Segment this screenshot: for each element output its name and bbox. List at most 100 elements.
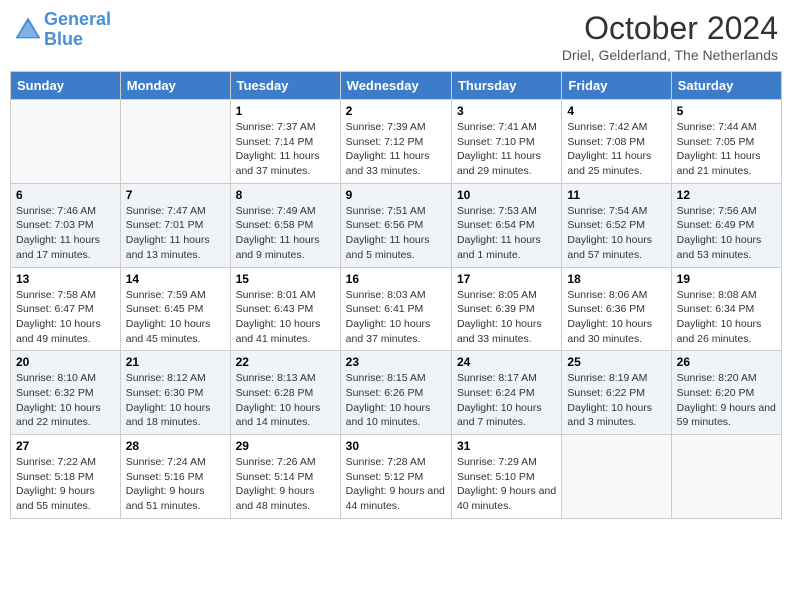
calendar-cell: 15 Sunrise: 8:01 AM Sunset: 6:43 PM Dayli… <box>230 267 340 351</box>
day-detail: Sunrise: 7:28 AM Sunset: 5:12 PM Dayligh… <box>346 455 446 514</box>
calendar-cell: 30 Sunrise: 7:28 AM Sunset: 5:12 PM Dayli… <box>340 435 451 519</box>
day-detail: Sunrise: 8:06 AM Sunset: 6:36 PM Dayligh… <box>567 288 665 347</box>
calendar-cell: 14Sunrise: 7:59 AM Sunset: 6:45 PM Dayli… <box>120 267 230 351</box>
calendar-week-row: 27Sunrise: 7:22 AM Sunset: 5:18 PM Dayli… <box>11 435 782 519</box>
day-header-saturday: Saturday <box>671 72 781 100</box>
day-number: 2 <box>346 104 446 118</box>
day-number: 20 <box>16 355 115 369</box>
calendar-week-row: 20 Sunrise: 8:10 AM Sunset: 6:32 PM Dayli… <box>11 351 782 435</box>
calendar-cell <box>120 100 230 184</box>
day-number: 12 <box>677 188 776 202</box>
calendar-cell: 20 Sunrise: 8:10 AM Sunset: 6:32 PM Dayli… <box>11 351 121 435</box>
day-header-monday: Monday <box>120 72 230 100</box>
calendar-cell: 16 Sunrise: 8:03 AM Sunset: 6:41 PM Dayli… <box>340 267 451 351</box>
calendar-cell: 13 Sunrise: 7:58 AM Sunset: 6:47 PM Dayli… <box>11 267 121 351</box>
day-detail: Sunrise: 8:19 AM Sunset: 6:22 PM Dayligh… <box>567 371 665 430</box>
title-block: October 2024 Driel, Gelderland, The Neth… <box>562 10 778 63</box>
day-number: 23 <box>346 355 446 369</box>
day-number: 4 <box>567 104 665 118</box>
day-number: 10 <box>457 188 556 202</box>
calendar-cell: 7 Sunrise: 7:47 AM Sunset: 7:01 PM Daylig… <box>120 183 230 267</box>
day-detail: Sunrise: 8:13 AM Sunset: 6:28 PM Dayligh… <box>236 371 335 430</box>
calendar-cell: 22Sunrise: 8:13 AM Sunset: 6:28 PM Dayli… <box>230 351 340 435</box>
calendar-cell: 23Sunrise: 8:15 AM Sunset: 6:26 PM Dayli… <box>340 351 451 435</box>
calendar-cell: 24Sunrise: 8:17 AM Sunset: 6:24 PM Dayli… <box>451 351 561 435</box>
day-detail: Sunrise: 7:44 AM Sunset: 7:05 PM Dayligh… <box>677 120 776 179</box>
day-number: 21 <box>126 355 225 369</box>
calendar-header-row: SundayMondayTuesdayWednesdayThursdayFrid… <box>11 72 782 100</box>
day-number: 25 <box>567 355 665 369</box>
day-number: 13 <box>16 272 115 286</box>
calendar-cell: 10 Sunrise: 7:53 AM Sunset: 6:54 PM Dayli… <box>451 183 561 267</box>
logo-icon <box>14 16 42 44</box>
day-number: 30 <box>346 439 446 453</box>
day-detail: Sunrise: 8:01 AM Sunset: 6:43 PM Dayligh… <box>236 288 335 347</box>
day-number: 29 <box>236 439 335 453</box>
day-detail: Sunrise: 7:42 AM Sunset: 7:08 PM Dayligh… <box>567 120 665 179</box>
calendar-cell: 6 Sunrise: 7:46 AM Sunset: 7:03 PM Daylig… <box>11 183 121 267</box>
logo-line1: General <box>44 9 111 29</box>
calendar-cell: 18Sunrise: 8:06 AM Sunset: 6:36 PM Dayli… <box>562 267 671 351</box>
calendar-cell: 28 Sunrise: 7:24 AM Sunset: 5:16 PM Dayli… <box>120 435 230 519</box>
calendar-cell: 26 Sunrise: 8:20 AM Sunset: 6:20 PM Dayli… <box>671 351 781 435</box>
calendar-cell: 9 Sunrise: 7:51 AM Sunset: 6:56 PM Daylig… <box>340 183 451 267</box>
calendar-table: SundayMondayTuesdayWednesdayThursdayFrid… <box>10 71 782 519</box>
day-number: 26 <box>677 355 776 369</box>
day-number: 28 <box>126 439 225 453</box>
calendar-week-row: 1 Sunrise: 7:37 AM Sunset: 7:14 PM Daylig… <box>11 100 782 184</box>
day-header-thursday: Thursday <box>451 72 561 100</box>
calendar-cell: 5 Sunrise: 7:44 AM Sunset: 7:05 PM Daylig… <box>671 100 781 184</box>
day-detail: Sunrise: 7:46 AM Sunset: 7:03 PM Dayligh… <box>16 204 115 263</box>
day-number: 9 <box>346 188 446 202</box>
day-number: 7 <box>126 188 225 202</box>
day-number: 16 <box>346 272 446 286</box>
logo: General Blue <box>14 10 111 50</box>
day-detail: Sunrise: 7:59 AM Sunset: 6:45 PM Dayligh… <box>126 288 225 347</box>
calendar-cell <box>11 100 121 184</box>
day-detail: Sunrise: 8:20 AM Sunset: 6:20 PM Dayligh… <box>677 371 776 430</box>
day-detail: Sunrise: 7:53 AM Sunset: 6:54 PM Dayligh… <box>457 204 556 263</box>
logo-text: General Blue <box>44 10 111 50</box>
day-detail: Sunrise: 8:12 AM Sunset: 6:30 PM Dayligh… <box>126 371 225 430</box>
day-detail: Sunrise: 7:24 AM Sunset: 5:16 PM Dayligh… <box>126 455 225 514</box>
calendar-cell: 31 Sunrise: 7:29 AM Sunset: 5:10 PM Dayli… <box>451 435 561 519</box>
day-number: 11 <box>567 188 665 202</box>
page-header: General Blue October 2024 Driel, Gelderl… <box>10 10 782 63</box>
day-detail: Sunrise: 7:51 AM Sunset: 6:56 PM Dayligh… <box>346 204 446 263</box>
day-detail: Sunrise: 7:26 AM Sunset: 5:14 PM Dayligh… <box>236 455 335 514</box>
calendar-week-row: 6 Sunrise: 7:46 AM Sunset: 7:03 PM Daylig… <box>11 183 782 267</box>
day-detail: Sunrise: 8:10 AM Sunset: 6:32 PM Dayligh… <box>16 371 115 430</box>
day-detail: Sunrise: 7:47 AM Sunset: 7:01 PM Dayligh… <box>126 204 225 263</box>
day-number: 15 <box>236 272 335 286</box>
calendar-cell: 27Sunrise: 7:22 AM Sunset: 5:18 PM Dayli… <box>11 435 121 519</box>
calendar-week-row: 13 Sunrise: 7:58 AM Sunset: 6:47 PM Dayli… <box>11 267 782 351</box>
month-title: October 2024 <box>562 10 778 47</box>
day-header-wednesday: Wednesday <box>340 72 451 100</box>
day-detail: Sunrise: 7:29 AM Sunset: 5:10 PM Dayligh… <box>457 455 556 514</box>
calendar-cell: 11 Sunrise: 7:54 AM Sunset: 6:52 PM Dayli… <box>562 183 671 267</box>
day-detail: Sunrise: 8:17 AM Sunset: 6:24 PM Dayligh… <box>457 371 556 430</box>
calendar-cell: 8Sunrise: 7:49 AM Sunset: 6:58 PM Daylig… <box>230 183 340 267</box>
day-number: 17 <box>457 272 556 286</box>
day-detail: Sunrise: 7:39 AM Sunset: 7:12 PM Dayligh… <box>346 120 446 179</box>
day-header-sunday: Sunday <box>11 72 121 100</box>
calendar-cell: 17 Sunrise: 8:05 AM Sunset: 6:39 PM Dayli… <box>451 267 561 351</box>
day-number: 1 <box>236 104 335 118</box>
day-number: 31 <box>457 439 556 453</box>
calendar-cell: 29 Sunrise: 7:26 AM Sunset: 5:14 PM Dayli… <box>230 435 340 519</box>
calendar-cell: 1 Sunrise: 7:37 AM Sunset: 7:14 PM Daylig… <box>230 100 340 184</box>
calendar-cell: 4 Sunrise: 7:42 AM Sunset: 7:08 PM Daylig… <box>562 100 671 184</box>
calendar-cell <box>562 435 671 519</box>
day-header-friday: Friday <box>562 72 671 100</box>
day-number: 6 <box>16 188 115 202</box>
day-detail: Sunrise: 8:05 AM Sunset: 6:39 PM Dayligh… <box>457 288 556 347</box>
day-number: 3 <box>457 104 556 118</box>
logo-line2: Blue <box>44 29 83 49</box>
day-detail: Sunrise: 7:58 AM Sunset: 6:47 PM Dayligh… <box>16 288 115 347</box>
day-detail: Sunrise: 7:54 AM Sunset: 6:52 PM Dayligh… <box>567 204 665 263</box>
day-number: 5 <box>677 104 776 118</box>
day-detail: Sunrise: 7:37 AM Sunset: 7:14 PM Dayligh… <box>236 120 335 179</box>
day-number: 8 <box>236 188 335 202</box>
calendar-cell: 19Sunrise: 8:08 AM Sunset: 6:34 PM Dayli… <box>671 267 781 351</box>
day-detail: Sunrise: 8:03 AM Sunset: 6:41 PM Dayligh… <box>346 288 446 347</box>
